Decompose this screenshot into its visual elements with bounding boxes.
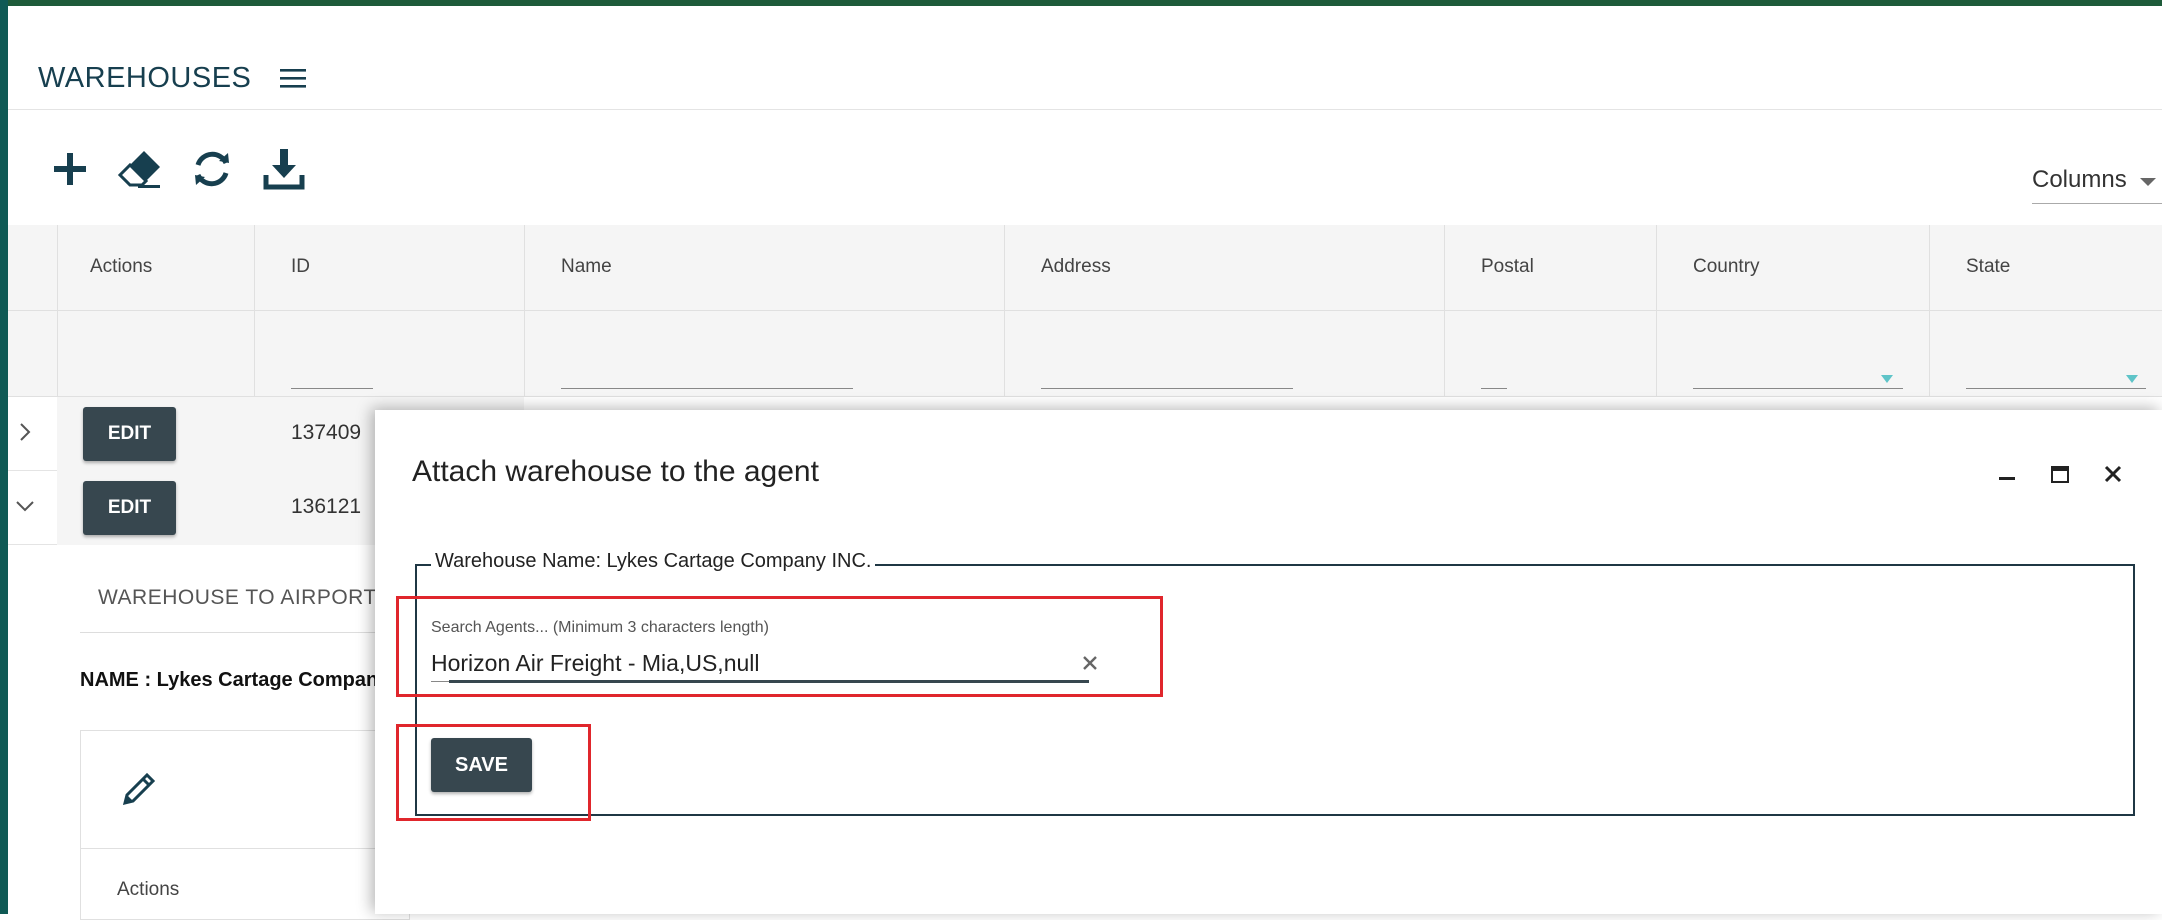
input-focus-underline (449, 680, 1089, 683)
search-agents-label: Search Agents... (Minimum 3 characters l… (431, 619, 769, 636)
grid-filter-row (8, 311, 2162, 397)
filter-cell-address (1004, 311, 1444, 397)
row-detail-panel: WAREHOUSE TO AIRPORT NAME : Lykes Cartag… (8, 545, 435, 920)
search-agents-input[interactable] (431, 646, 1081, 682)
chevron-down-icon (1881, 375, 1893, 383)
address-filter-input[interactable] (1041, 363, 1293, 389)
attach-warehouse-dialog: Attach warehouse to the agent Warehouse … (375, 410, 2162, 914)
filter-cell-name (524, 311, 1004, 397)
column-header-name[interactable]: Name (524, 225, 1004, 311)
hamburger-menu-icon[interactable] (278, 66, 308, 90)
column-header-actions[interactable]: Actions (57, 225, 254, 311)
column-header-label: ID (291, 256, 310, 277)
state-filter-select[interactable] (1966, 363, 2146, 389)
page-header: WAREHOUSES (8, 6, 2162, 110)
column-header-label: Country (1693, 256, 1760, 277)
name-filter-input[interactable] (561, 363, 853, 389)
row-id: 136121 (291, 495, 362, 518)
column-header-label: State (1966, 256, 2011, 277)
column-header-label: Address (1041, 256, 1111, 277)
columns-label: Columns (2032, 166, 2127, 193)
tab-warehouse-to-airport[interactable]: WAREHOUSE TO AIRPORT (98, 586, 377, 610)
clear-icon[interactable] (1079, 652, 1101, 674)
column-header-postal[interactable]: Postal (1444, 225, 1656, 311)
chevron-down-icon (2126, 375, 2138, 383)
divider (81, 848, 411, 849)
column-header-state[interactable]: State (1929, 225, 2149, 311)
column-header-country[interactable]: Country (1656, 225, 1929, 311)
row-id: 137409 (291, 421, 362, 444)
chevron-down-icon (2140, 178, 2156, 186)
filter-cell-state (1929, 311, 2149, 397)
refresh-icon[interactable] (188, 145, 236, 193)
maximize-icon[interactable] (2046, 460, 2074, 488)
close-icon[interactable] (2099, 460, 2127, 488)
column-header-label: Postal (1481, 256, 1534, 277)
minimize-icon[interactable] (1993, 460, 2021, 488)
eraser-icon[interactable] (116, 145, 164, 193)
column-header-label: Actions (90, 256, 153, 277)
chevron-right-icon[interactable] (14, 421, 36, 443)
sub-grid: Actions (80, 730, 411, 920)
filter-cell-id (254, 311, 524, 397)
left-accent-bar (0, 0, 8, 914)
column-header-address[interactable]: Address (1004, 225, 1444, 311)
page-title: WAREHOUSES (38, 62, 252, 94)
grid-header-row: Actions ID Name Address Postal Country S… (8, 225, 2162, 311)
filter-cell-actions (57, 311, 254, 397)
country-filter-select[interactable] (1693, 363, 1903, 389)
tab-divider (80, 632, 410, 633)
edit-button[interactable]: EDIT (83, 481, 176, 535)
column-header-label: Name (561, 256, 612, 277)
edit-button[interactable]: EDIT (83, 407, 176, 461)
postal-filter-input[interactable] (1481, 363, 1507, 389)
filter-cell-country (1656, 311, 1929, 397)
fieldset-legend: Warehouse Name: Lykes Cartage Company IN… (431, 550, 876, 573)
plus-icon[interactable] (46, 145, 94, 193)
id-filter-input[interactable] (291, 363, 373, 389)
dialog-title: Attach warehouse to the agent (412, 455, 819, 488)
grid-toolbar: Columns (8, 110, 2162, 225)
column-header-id[interactable]: ID (254, 225, 524, 311)
columns-dropdown[interactable]: Columns (2032, 162, 2162, 204)
sub-grid-actions-header: Actions (117, 879, 180, 900)
filter-cell-postal (1444, 311, 1656, 397)
chevron-down-icon[interactable] (14, 495, 36, 517)
warehouse-fieldset: Warehouse Name: Lykes Cartage Company IN… (415, 550, 2135, 816)
pencil-icon[interactable] (119, 769, 159, 809)
download-icon[interactable] (260, 145, 308, 193)
save-button[interactable]: SAVE (431, 738, 532, 792)
